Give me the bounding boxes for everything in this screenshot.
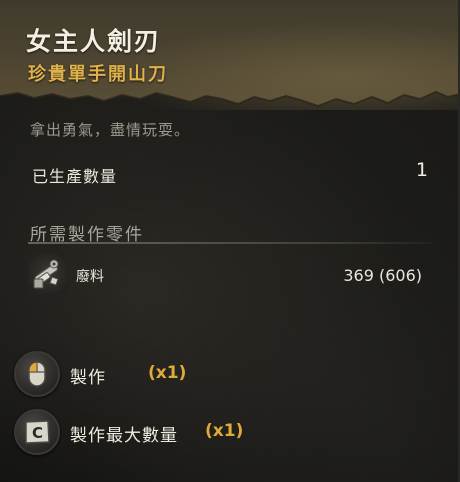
c-key-glyph: C <box>32 424 43 442</box>
craft-max-action[interactable]: C 製作最大數量 (x1) <box>14 409 294 455</box>
item-title: 女主人劍刃 <box>26 27 162 56</box>
flavor-text: 拿出勇氣，盡情玩耍。 <box>30 121 191 139</box>
mouse-button-icon[interactable] <box>14 351 60 397</box>
produced-count-value: 1 <box>415 159 428 181</box>
scrap-parts-icon <box>28 253 68 293</box>
craft-action[interactable]: 製作 (x1) <box>14 351 294 397</box>
component-row: 廢料 369 (606) <box>28 253 428 297</box>
produced-count-label: 已生產數量 <box>32 167 118 186</box>
craft-label: 製作 <box>70 368 106 388</box>
keyboard-c-key-icon[interactable]: C <box>14 409 60 455</box>
component-amount: 369 (606) <box>343 266 422 285</box>
component-name: 廢料 <box>76 269 104 285</box>
crafting-tooltip-panel: 女主人劍刃 珍貴單手開山刀 拿出勇氣，盡情玩耍。 已生產數量 1 所需製作零件 … <box>0 0 460 482</box>
item-subtitle: 珍貴單手開山刀 <box>28 64 168 85</box>
craft-multiplier: (x1) <box>148 363 187 383</box>
craft-max-multiplier: (x1) <box>205 421 244 441</box>
craft-max-label: 製作最大數量 <box>70 426 178 446</box>
section-divider <box>28 242 433 244</box>
